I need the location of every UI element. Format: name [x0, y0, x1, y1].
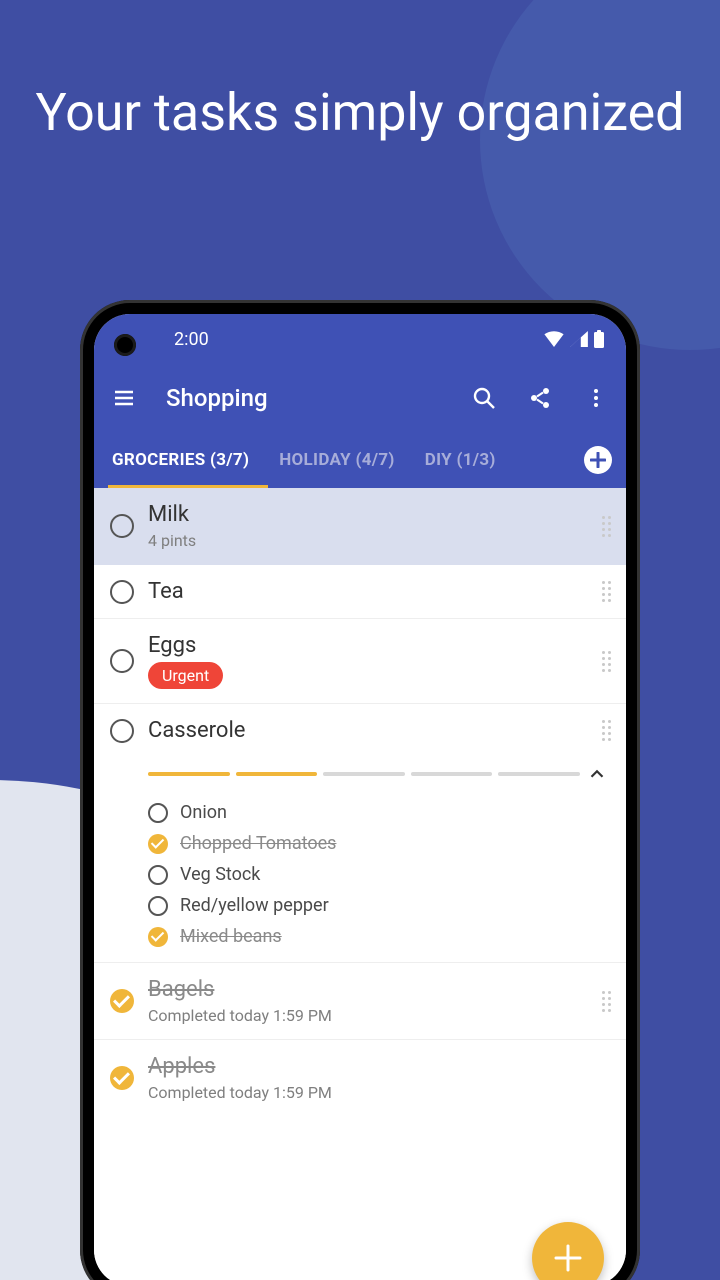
task-title: Eggs — [148, 633, 584, 658]
subtask-checkbox[interactable] — [148, 896, 168, 916]
task-title: Casserole — [148, 718, 584, 743]
overflow-button[interactable] — [582, 384, 610, 412]
status-time: 2:00 — [174, 329, 209, 350]
subtask-block: Onion Chopped Tomatoes Veg Stock Red/yel… — [94, 757, 626, 963]
subtask-label: Veg Stock — [180, 864, 260, 885]
task-subtitle: Completed today 1:59 PM — [148, 1083, 614, 1102]
task-checkbox[interactable] — [110, 514, 134, 538]
status-bar: 2:00 — [94, 314, 626, 364]
task-title: Bagels — [148, 977, 584, 1002]
battery-icon — [594, 330, 604, 348]
tab-groceries[interactable]: GROCERIES (3/7) — [108, 450, 253, 470]
collapse-button[interactable] — [586, 763, 608, 785]
subtask-item[interactable]: Veg Stock — [148, 859, 608, 890]
subtask-checkbox[interactable] — [148, 834, 168, 854]
menu-button[interactable] — [110, 384, 138, 412]
marketing-headline: Your tasks simply organized — [0, 0, 720, 145]
tab-diy[interactable]: DIY (1/3) — [421, 450, 500, 470]
task-checkbox[interactable] — [110, 580, 134, 604]
task-row[interactable]: Tea — [94, 565, 626, 619]
phone-frame: 2:00 Shopping GROCERIES (3 — [80, 300, 640, 1280]
task-row[interactable]: Eggs Urgent — [94, 619, 626, 704]
page-title: Shopping — [166, 384, 442, 412]
app-bar: Shopping — [94, 364, 626, 432]
status-icons — [544, 330, 604, 348]
plus-icon — [553, 1243, 583, 1273]
hamburger-icon — [112, 386, 136, 410]
subtask-checkbox[interactable] — [148, 865, 168, 885]
drag-handle-icon[interactable] — [598, 720, 614, 741]
search-icon — [472, 386, 496, 410]
screen: 2:00 Shopping GROCERIES (3 — [94, 314, 626, 1280]
task-title: Tea — [148, 579, 584, 604]
more-vert-icon — [584, 386, 608, 410]
task-title: Milk — [148, 502, 584, 527]
task-subtitle: 4 pints — [148, 531, 584, 550]
task-tag: Urgent — [148, 662, 223, 689]
task-row[interactable]: Casserole — [94, 704, 626, 757]
drag-handle-icon[interactable] — [598, 516, 614, 537]
task-row[interactable]: Milk 4 pints — [94, 488, 626, 565]
tab-holiday[interactable]: HOLIDAY (4/7) — [275, 450, 398, 470]
drag-handle-icon[interactable] — [598, 991, 614, 1012]
task-row[interactable]: Apples Completed today 1:59 PM — [94, 1040, 626, 1116]
task-checkbox[interactable] — [110, 989, 134, 1013]
wifi-icon — [544, 331, 564, 347]
subtask-item[interactable]: Onion — [148, 797, 608, 828]
cell-signal-icon — [570, 331, 588, 347]
task-title: Apples — [148, 1054, 614, 1079]
subtask-checkbox[interactable] — [148, 803, 168, 823]
subtask-label: Chopped Tomatoes — [180, 833, 336, 854]
task-checkbox[interactable] — [110, 1066, 134, 1090]
camera-cutout — [114, 334, 136, 356]
task-subtitle: Completed today 1:59 PM — [148, 1006, 584, 1025]
subtask-item[interactable]: Red/yellow pepper — [148, 890, 608, 921]
subtask-label: Onion — [180, 802, 227, 823]
share-icon — [528, 386, 552, 410]
subtask-checkbox[interactable] — [148, 927, 168, 947]
task-checkbox[interactable] — [110, 719, 134, 743]
search-button[interactable] — [470, 384, 498, 412]
drag-handle-icon[interactable] — [598, 581, 614, 602]
subtask-progress — [148, 757, 608, 797]
task-checkbox[interactable] — [110, 649, 134, 673]
plus-icon — [590, 452, 606, 468]
share-button[interactable] — [526, 384, 554, 412]
subtask-label: Mixed beans — [180, 926, 282, 947]
add-tab-button[interactable] — [584, 446, 612, 474]
tab-bar: GROCERIES (3/7) HOLIDAY (4/7) DIY (1/3) — [94, 432, 626, 488]
subtask-item[interactable]: Mixed beans — [148, 921, 608, 952]
drag-handle-icon[interactable] — [598, 651, 614, 672]
task-list[interactable]: Milk 4 pints Tea Eggs Urgent — [94, 488, 626, 1280]
subtask-label: Red/yellow pepper — [180, 895, 329, 916]
subtask-item[interactable]: Chopped Tomatoes — [148, 828, 608, 859]
task-row[interactable]: Bagels Completed today 1:59 PM — [94, 963, 626, 1040]
